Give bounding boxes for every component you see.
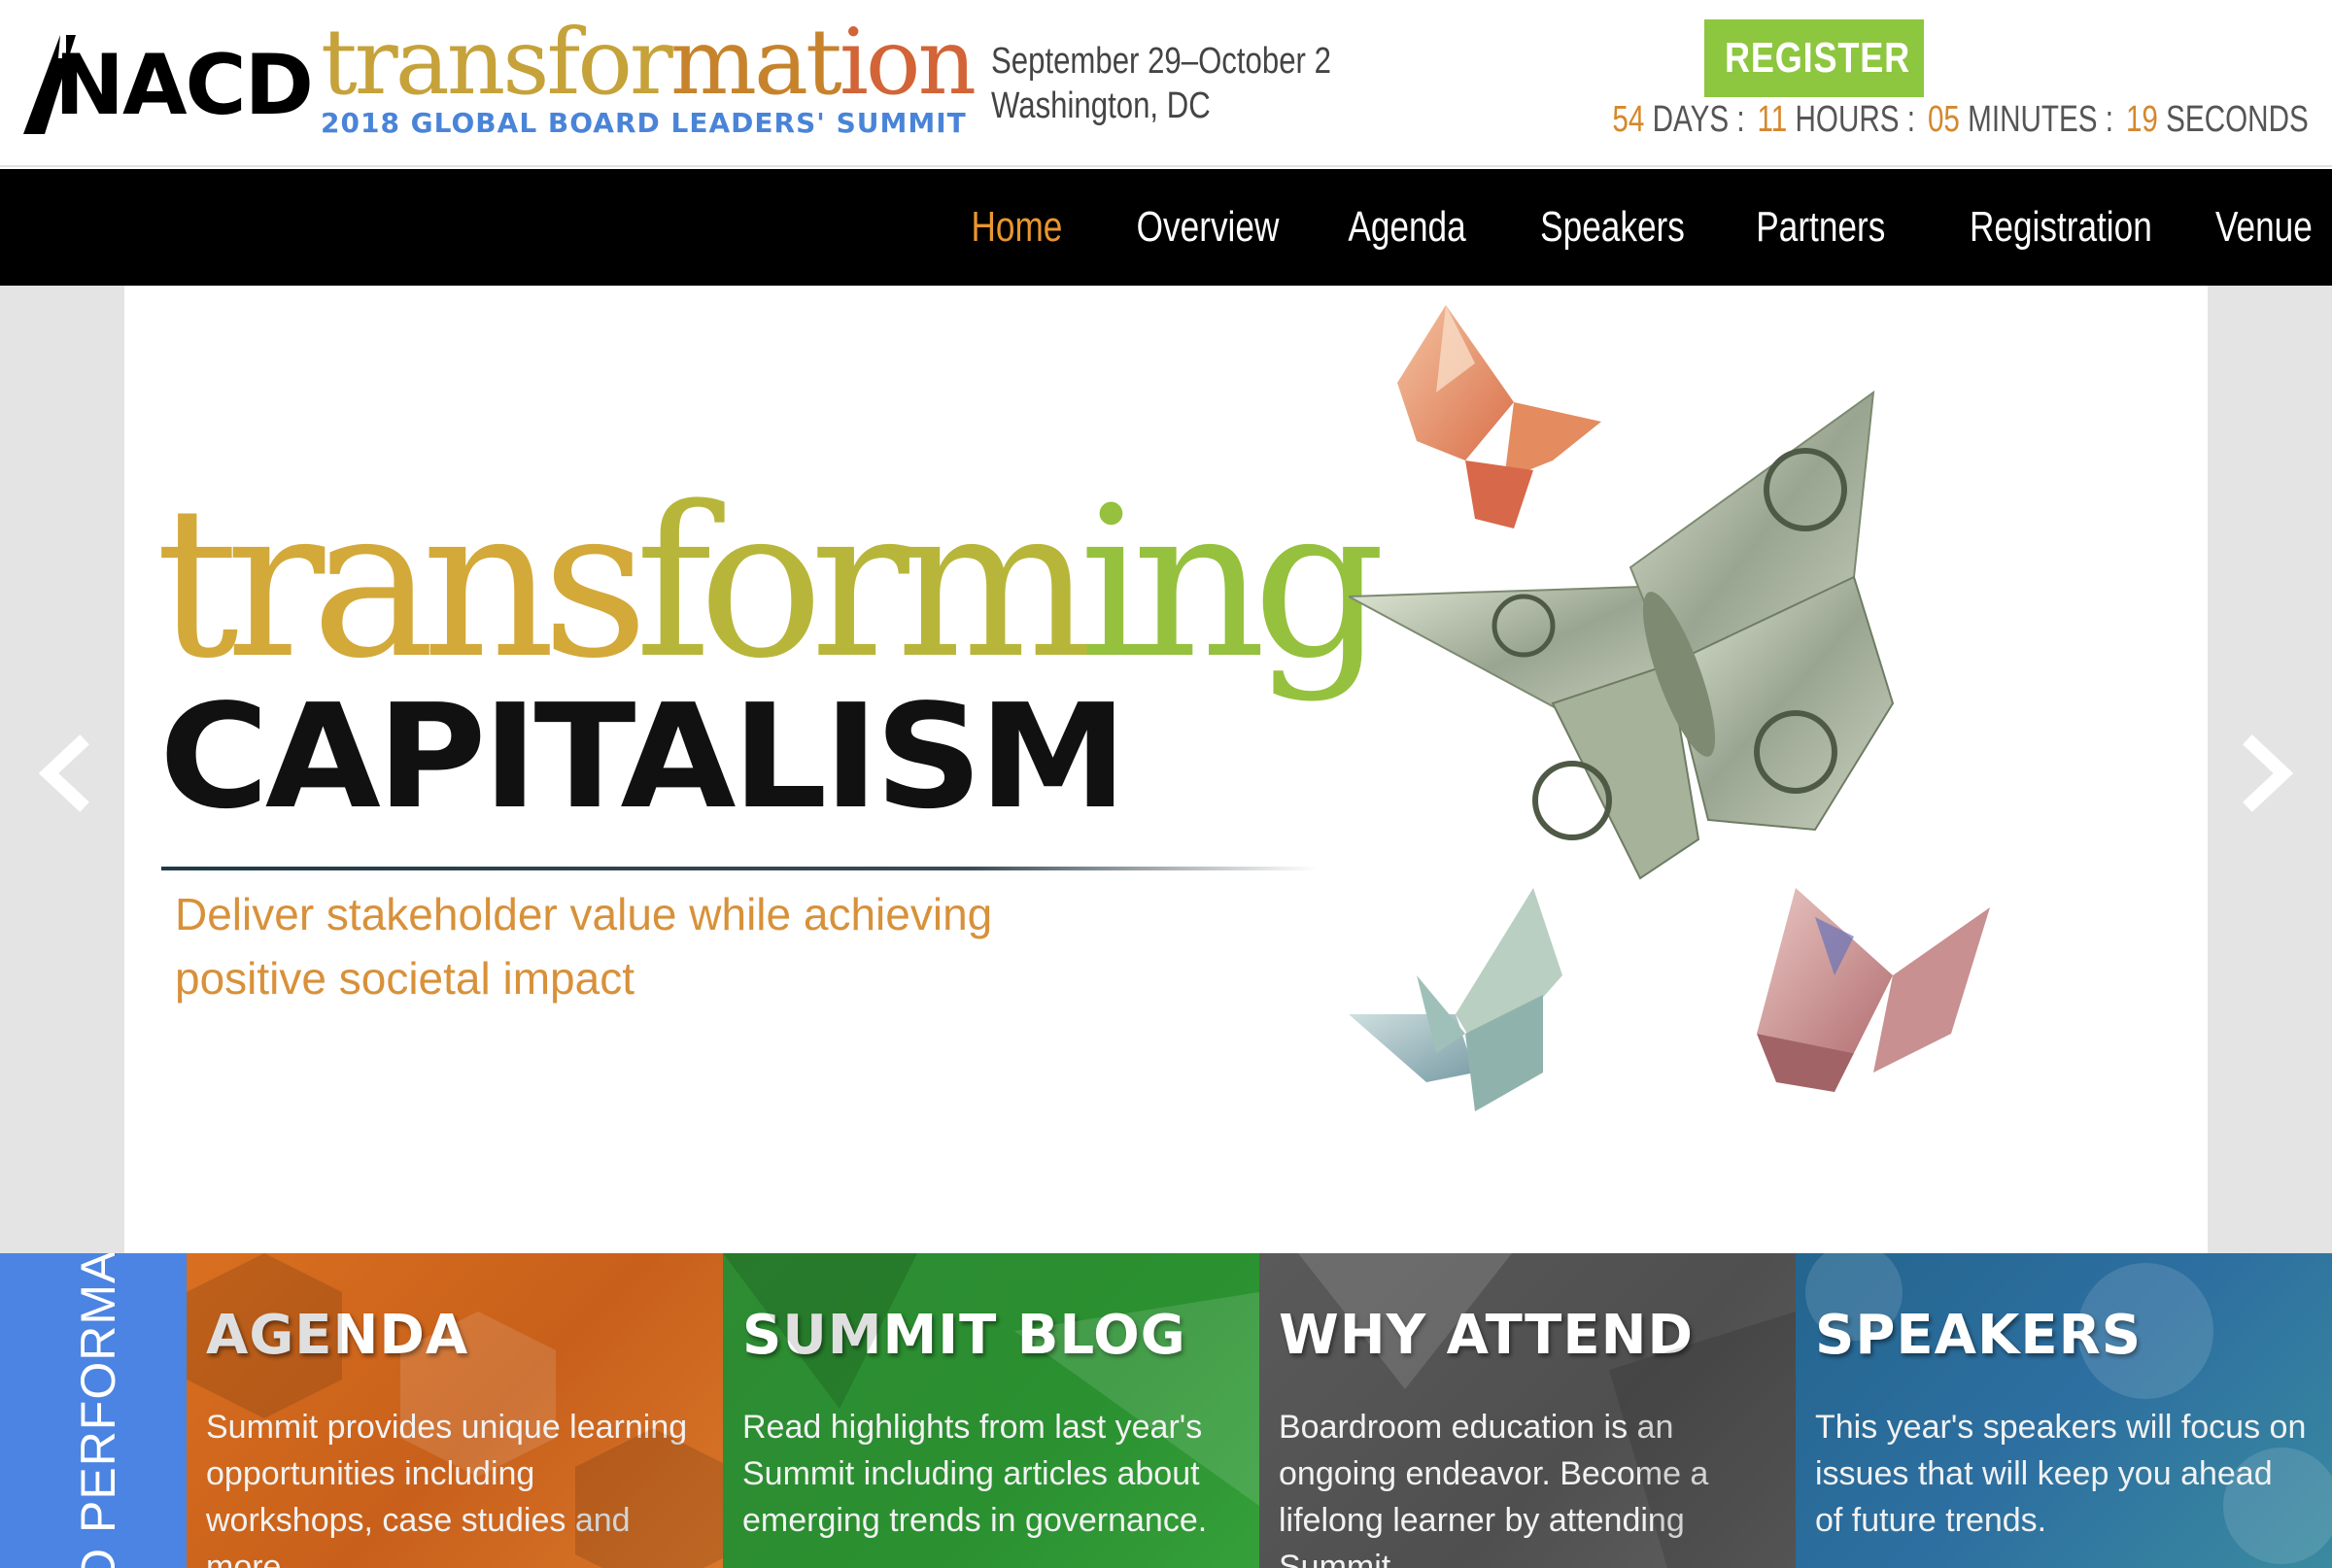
tile-summit-blog[interactable]: SUMMIT BLOG Read highlights from last ye… (723, 1253, 1259, 1568)
countdown-minutes: 05 (1927, 99, 1960, 140)
countdown-timer: 54 DAYS : 11 HOURS : 05 MINUTES : 19 SEC… (1612, 99, 2313, 141)
nav-item-home[interactable]: Home (971, 203, 1062, 252)
event-dates: September 29–October 2 (991, 41, 1331, 82)
event-title-part: transfor (321, 10, 673, 116)
butterfly-small-top (1397, 305, 1601, 528)
butterfly-large-dollar (1349, 390, 1895, 880)
countdown-hours: 11 (1757, 99, 1787, 140)
feature-tiles: D PERFORMANCE AGENDA Summit provides uni… (0, 1253, 2332, 1568)
countdown-days: 54 (1611, 99, 1644, 140)
hero-title-part: form (634, 462, 1093, 704)
countdown-seconds-label: SECONDS (2165, 99, 2309, 140)
butterfly-small-bottom-right (1757, 888, 1990, 1092)
countdown-hours-label: HOURS : (1795, 99, 1915, 140)
logo-text: NACD (54, 37, 314, 134)
polygon-pattern-icon (723, 1253, 1259, 1506)
hex-pattern-icon (187, 1253, 723, 1568)
hero-title: transforming (155, 480, 1386, 688)
bokeh-pattern-icon (1805, 1253, 2332, 1564)
nav-items: Home Overview Agenda Speakers Partners R… (909, 169, 2313, 286)
origami-money-butterflies-illustration (1349, 305, 1990, 1111)
polygon-pattern-icon (1298, 1253, 1796, 1568)
side-tab[interactable]: D PERFORMANCE (0, 1253, 187, 1568)
event-subtitle: 2018 GLOBAL BOARD LEADERS' SUMMIT (321, 107, 967, 139)
main-nav: Home Overview Agenda Speakers Partners R… (0, 169, 2332, 286)
tile-speakers[interactable]: SPEAKERS This year's speakers will focus… (1796, 1253, 2332, 1568)
hero-title-part: ing (1079, 462, 1386, 704)
nacd-logo[interactable]: NACD (21, 29, 314, 138)
hero-tagline: Deliver stakeholder value while achievin… (175, 882, 1127, 1010)
event-title[interactable]: transformation (321, 17, 977, 109)
tile-why-attend[interactable]: WHY ATTEND Boardroom education is an ong… (1259, 1253, 1796, 1568)
hero-title-caps: CAPITALISM (159, 673, 1127, 840)
site-header: NACD transformation 2018 GLOBAL BOARD LE… (0, 0, 2332, 167)
nav-item-agenda[interactable]: Agenda (1348, 203, 1465, 252)
nav-item-registration[interactable]: Registration (1970, 203, 2152, 252)
event-location: Washington, DC (991, 85, 1211, 126)
event-title-part: mat (669, 10, 842, 116)
countdown-seconds: 19 (2125, 99, 2158, 140)
hero-title-part: trans (155, 462, 649, 704)
nav-item-speakers[interactable]: Speakers (1540, 203, 1685, 252)
hero-slide[interactable]: transforming CAPITALISM Deliver stakehol… (124, 286, 2208, 1253)
side-tab-label: D PERFORMANCE (71, 1253, 125, 1568)
register-button-label: REGISTER (1724, 34, 1910, 82)
nav-item-partners[interactable]: Partners (1756, 203, 1885, 252)
countdown-minutes-label: MINUTES : (1967, 99, 2113, 140)
event-title-part: ion (839, 10, 977, 116)
hero-tagline-line: positive societal impact (175, 953, 634, 1004)
countdown-days-label: DAYS : (1652, 99, 1745, 140)
hero-divider (161, 867, 1318, 870)
butterfly-small-bottom-left (1349, 888, 1562, 1111)
carousel-prev-arrow-icon[interactable] (35, 734, 93, 812)
register-button[interactable]: REGISTER (1704, 19, 1924, 97)
hero-tagline-line: Deliver stakeholder value while achievin… (175, 889, 993, 939)
nav-item-overview[interactable]: Overview (1137, 203, 1280, 252)
tile-agenda[interactable]: AGENDA Summit provides unique learning o… (187, 1253, 723, 1568)
nav-item-venue[interactable]: Venue (2215, 203, 2313, 252)
carousel-next-arrow-icon[interactable] (2239, 734, 2297, 812)
event-dates-block: September 29–October 2 Washington, DC (991, 39, 1331, 128)
